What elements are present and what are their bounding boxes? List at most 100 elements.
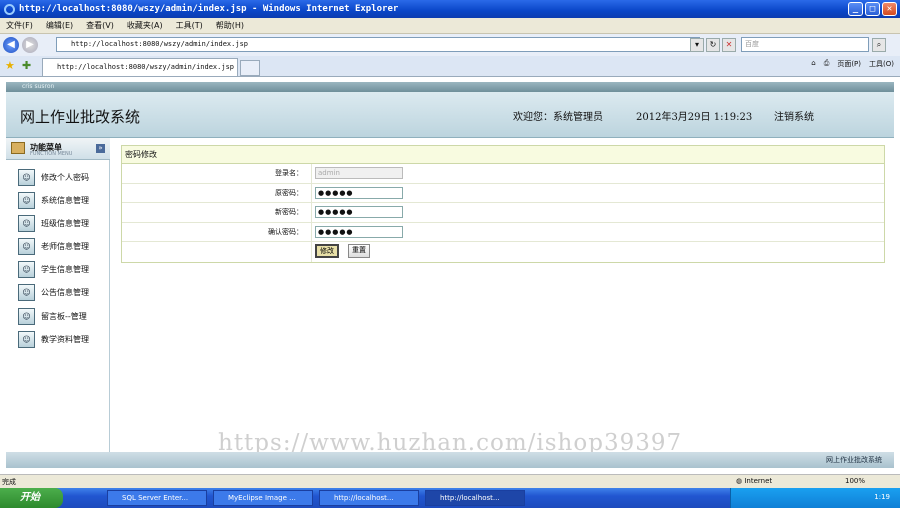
search-input[interactable]: 百度 [741, 37, 869, 52]
user-icon: ☺ [18, 191, 35, 209]
clock[interactable]: 1:19 [874, 493, 890, 501]
menu-view[interactable]: 查看(V) [86, 20, 114, 31]
app-strip-text: cris susron [22, 83, 55, 90]
tab-bar: ★ ✚ http://localhost:8080/wszy/admin/ind… [0, 56, 900, 77]
welcome-text: 欢迎您：系统管理员 [513, 112, 603, 123]
menu-edit[interactable]: 编辑(E) [46, 20, 73, 31]
sidebar-item-materials[interactable]: ☺ 教学资料管理 [18, 330, 89, 348]
form-row-username: 登录名： admin [122, 164, 884, 184]
task-sqlserver[interactable]: SQL Server Enter... [107, 490, 207, 506]
print-icon[interactable]: ⎙ [824, 59, 830, 69]
datetime-text: 2012年3月29日 1:19:23 [636, 112, 753, 123]
user-icon: ☺ [18, 214, 35, 232]
menu-file[interactable]: 文件(F) [6, 20, 33, 31]
sidebar-item-teacher[interactable]: ☺ 老师信息管理 [18, 237, 89, 255]
form-row-actions: 修改 重置 [122, 242, 884, 262]
app-header: 网上作业批改系统 欢迎您：系统管理员 2012年3月29日 1:19:23 注销… [6, 92, 894, 138]
menu-help[interactable]: 帮助(H) [216, 20, 244, 31]
window-title: http://localhost:8080/wszy/admin/index.j… [19, 4, 399, 14]
minimize-button[interactable]: _ [848, 2, 863, 16]
add-favorite-icon[interactable]: ✚ [22, 59, 31, 72]
sidebar-item-label: 修改个人密码 [41, 172, 89, 182]
new-password-field[interactable]: ●●●●● [315, 206, 403, 218]
main-content: 密码修改 登录名： admin 原密码： ●●●●● 新密码： ●●●●● 确认… [111, 138, 894, 452]
username-field: admin [315, 167, 403, 179]
window-titlebar: http://localhost:8080/wszy/admin/index.j… [0, 0, 900, 18]
zone-text: ◍ Internet [736, 477, 772, 485]
menu-tools[interactable]: 工具(T) [176, 20, 203, 31]
refresh-icon[interactable]: ↻ [706, 38, 720, 52]
user-icon: ☺ [18, 168, 35, 186]
task-ie-1[interactable]: http://localhost... [319, 490, 419, 506]
sidebar-item-change-password[interactable]: ☺ 修改个人密码 [18, 168, 89, 186]
stop-icon[interactable]: ✕ [722, 38, 736, 52]
sidebar-item-label: 学生信息管理 [41, 264, 89, 274]
password-form: 密码修改 登录名： admin 原密码： ●●●●● 新密码： ●●●●● 确认… [121, 145, 885, 263]
home-icon[interactable]: ⌂ [811, 59, 815, 69]
username-label: 登录名： [275, 169, 303, 177]
tools-menu[interactable]: 工具(O) [869, 59, 894, 69]
sidebar-item-label: 留言板--管理 [41, 311, 87, 321]
task-myeclipse[interactable]: MyEclipse Image ... [213, 490, 313, 506]
sidebar-item-system[interactable]: ☺ 系统信息管理 [18, 191, 89, 209]
user-icon: ☺ [18, 307, 35, 325]
tab-label: http://localhost:8080/wszy/admin/index.j… [57, 63, 235, 71]
sidebar-item-message[interactable]: ☺ 留言板--管理 [18, 307, 87, 325]
task-ie-2[interactable]: http://localhost... [425, 490, 525, 506]
system-tray: 1:19 [730, 488, 900, 508]
maximize-button[interactable]: □ [865, 2, 880, 16]
start-button[interactable]: 开始 [0, 488, 63, 508]
search-icon[interactable]: ⌕ [872, 38, 886, 52]
url-input[interactable]: http://localhost:8080/wszy/admin/index.j… [56, 37, 700, 52]
menu-favorites[interactable]: 收藏夹(A) [127, 20, 163, 31]
form-row-confirm-password: 确认密码： ●●●●● [122, 222, 884, 242]
ie-icon [4, 3, 15, 15]
reset-button[interactable]: 重置 [348, 244, 370, 258]
tab-current[interactable]: http://localhost:8080/wszy/admin/index.j… [42, 58, 238, 76]
user-icon: ☺ [18, 283, 35, 301]
address-bar: ◀ ▶ http://localhost:8080/wszy/admin/ind… [0, 34, 900, 56]
sidebar-item-label: 系统信息管理 [41, 195, 89, 205]
user-icon: ☺ [18, 237, 35, 255]
page-menu[interactable]: 页面(P) [837, 59, 861, 69]
confirm-password-field[interactable]: ●●●●● [315, 225, 403, 238]
app-footer: 网上作业批改系统 [6, 452, 894, 468]
globe-icon: ◍ [736, 477, 743, 485]
sidebar-subtitle: FUNCTION MENU [30, 151, 73, 157]
status-text: 完成 [2, 478, 16, 486]
form-row-new-password: 新密码： ●●●●● [122, 203, 884, 223]
new-password-label: 新密码： [275, 208, 303, 216]
collapse-icon[interactable]: » [96, 144, 105, 153]
url-dropdown-icon[interactable]: ▾ [690, 38, 704, 52]
sidebar-item-label: 教学资料管理 [41, 334, 89, 344]
status-bar: 完成 ◍ Internet 100% [0, 474, 900, 488]
submit-button[interactable]: 修改 [315, 244, 339, 258]
close-button[interactable]: ✕ [882, 2, 897, 16]
old-password-field[interactable]: ●●●●● [315, 186, 403, 199]
favorites-star-icon[interactable]: ★ [5, 59, 15, 72]
sidebar-item-label: 公告信息管理 [41, 287, 89, 297]
user-icon: ☺ [18, 330, 35, 348]
zone-label: Internet [744, 477, 773, 485]
form-heading: 密码修改 [122, 146, 884, 164]
sidebar: 功能菜单 FUNCTION MENU » ☺ 修改个人密码 ☺ 系统信息管理 ☺… [6, 138, 110, 452]
user-icon: ☺ [18, 260, 35, 278]
sidebar-header: 功能菜单 FUNCTION MENU » [6, 138, 110, 160]
sidebar-item-label: 老师信息管理 [41, 241, 89, 251]
app-top-strip: cris susron [6, 82, 894, 92]
old-password-label: 原密码： [275, 188, 303, 197]
sidebar-item-label: 班级信息管理 [41, 218, 89, 228]
back-icon[interactable]: ◀ [3, 37, 19, 53]
logout-link[interactable]: 注销系统 [774, 108, 814, 123]
form-row-old-password: 原密码： ●●●●● [122, 183, 884, 203]
forward-icon[interactable]: ▶ [22, 37, 38, 53]
zoom-level[interactable]: 100% [845, 477, 865, 485]
sidebar-item-student[interactable]: ☺ 学生信息管理 [18, 260, 89, 278]
new-tab-button[interactable] [240, 60, 260, 76]
footer-text: 网上作业批改系统 [826, 456, 882, 464]
confirm-password-label: 确认密码： [268, 227, 303, 236]
sidebar-item-class[interactable]: ☺ 班级信息管理 [18, 214, 89, 232]
taskbar: 开始 SQL Server Enter... MyEclipse Image .… [0, 488, 900, 508]
sidebar-item-notice[interactable]: ☺ 公告信息管理 [18, 283, 89, 301]
folder-icon [11, 142, 25, 154]
